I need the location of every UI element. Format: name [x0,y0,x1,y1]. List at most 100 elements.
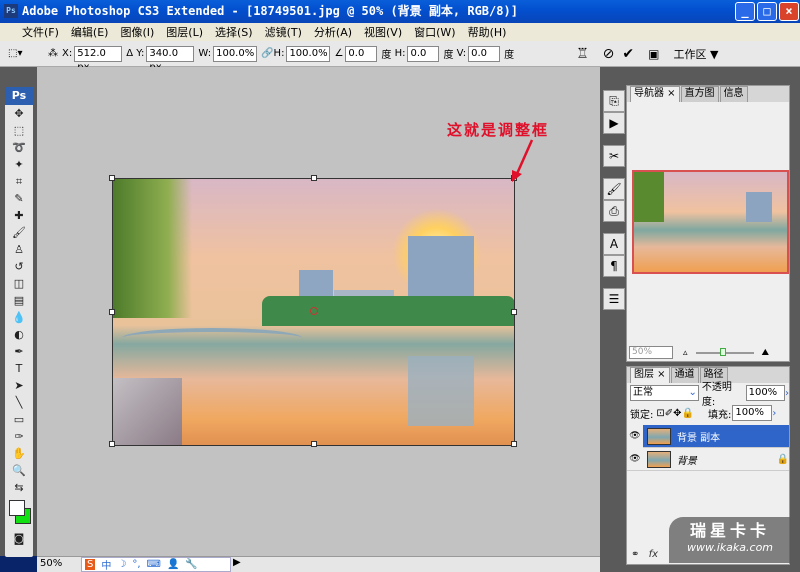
delta-icon[interactable]: Δ [126,48,136,59]
handle-bottom[interactable] [311,441,317,447]
visibility-eye-icon[interactable]: 👁 [627,454,643,464]
menu-file[interactable]: 文件(F) [22,24,59,40]
reference-point-icon[interactable]: ⁂ [48,48,58,59]
bridge-icon[interactable]: ▣ [648,47,659,61]
eraser-icon[interactable]: ◫ [5,275,33,292]
marquee-tool-icon[interactable]: ⬚ [5,122,33,139]
workspace-menu[interactable]: 工作区 ▼ [673,46,718,62]
ime-user-icon[interactable]: 👤 [167,559,179,570]
ime-settings-icon[interactable]: 🔧 [185,559,197,570]
tab-info[interactable]: 信息 [719,86,748,102]
menu-help[interactable]: 帮助(H) [468,24,507,40]
status-arrow-icon[interactable]: ▶ [233,557,241,568]
layer-name[interactable]: 背景 [677,452,777,467]
history-panel-icon[interactable]: ⎘ [603,90,625,112]
warp-icon[interactable]: ♖ [576,46,589,62]
crop-tool-icon[interactable]: ⌗ [5,173,33,190]
sogou-icon[interactable]: S [85,559,96,570]
path-select-icon[interactable]: ➤ [5,377,33,394]
minimize-button[interactable]: _ [735,2,755,21]
ime-chinese-icon[interactable]: 中 [101,557,111,572]
transform-bounding-box[interactable] [109,175,517,447]
lasso-tool-icon[interactable]: ➰ [5,139,33,156]
clone-source-icon[interactable]: ⎙ [603,200,625,222]
ime-moon-icon[interactable]: ☽ [117,559,126,570]
ime-punct-icon[interactable]: °, [132,559,140,570]
tool-preset-icon[interactable]: ⬚▾ [8,48,48,59]
height-input[interactable]: 100.0% [286,45,331,62]
fill-arrow-icon[interactable]: › [772,408,776,419]
maximize-button[interactable]: □ [757,2,777,21]
tab-navigator[interactable]: 导航器 × [630,86,680,102]
reference-point[interactable] [310,307,318,315]
quick-mask-icon[interactable]: ◙ [5,530,33,547]
notes-tool-icon[interactable]: ▭ [5,411,33,428]
zoom-slider-thumb[interactable] [719,347,726,356]
menu-select[interactable]: 选择(S) [215,24,253,40]
clone-stamp-icon[interactable]: ♙ [5,241,33,258]
lock-all-icon[interactable]: 🔒 [682,408,694,419]
link-layers-icon[interactable]: ⚭ [631,549,639,560]
healing-brush-icon[interactable]: ✚ [5,207,33,224]
eyedropper-icon[interactable]: ✑ [5,428,33,445]
cancel-transform-icon[interactable]: ⊘ [603,46,615,62]
character-panel-icon[interactable]: A [603,233,625,255]
color-swatches[interactable] [5,496,33,530]
brush-tool-icon[interactable]: 🖌 [5,224,33,241]
layer-row[interactable]: 👁 背景 🔒 [627,448,789,471]
default-colors-icon[interactable]: ⇆ [5,479,33,496]
slice-tool-icon[interactable]: ✎ [5,190,33,207]
tool-presets-icon[interactable]: ✂ [603,145,625,167]
handle-left[interactable] [109,309,115,315]
layer-comps-icon[interactable]: ☰ [603,288,625,310]
menu-filter[interactable]: 滤镜(T) [265,24,302,40]
dodge-tool-icon[interactable]: ◐ [5,326,33,343]
menu-image[interactable]: 图像(I) [120,24,154,40]
close-button[interactable]: × [779,2,799,21]
menu-window[interactable]: 窗口(W) [414,24,455,40]
tab-histogram[interactable]: 直方图 [680,86,719,102]
lock-position-icon[interactable]: ✥ [673,408,681,419]
navigator-zoom-input[interactable]: 50% [629,346,673,359]
opacity-arrow-icon[interactable]: › [785,388,789,399]
lock-pixels-icon[interactable]: ✐ [665,408,673,419]
actions-panel-icon[interactable]: ▶ [603,112,625,134]
x-input[interactable]: 512.0 px [74,45,123,73]
menu-edit[interactable]: 编辑(E) [71,24,109,40]
handle-right[interactable] [511,309,517,315]
gradient-tool-icon[interactable]: ▤ [5,292,33,309]
navigator-preview[interactable] [632,170,789,274]
menu-analysis[interactable]: 分析(A) [314,24,352,40]
layer-name[interactable]: 背景 副本 [677,429,720,444]
width-input[interactable]: 100.0% [213,45,258,62]
handle-top-left[interactable] [109,175,115,181]
zoom-out-icon[interactable]: ▵ [683,348,688,358]
zoom-tool-icon[interactable]: 🔍 [5,462,33,479]
commit-transform-icon[interactable]: ✔ [622,46,634,62]
pen-tool-icon[interactable]: ✒ [5,343,33,360]
line-tool-icon[interactable]: ╲ [5,394,33,411]
visibility-eye-icon[interactable]: 👁 [627,424,643,448]
menu-layer[interactable]: 图层(L) [166,24,203,40]
link-icon[interactable]: 🔗 [261,48,273,59]
brushes-panel-icon[interactable]: 🖌 [603,178,625,200]
opacity-input[interactable]: 100% [745,385,785,401]
move-tool-icon[interactable]: ✥ [5,105,33,122]
rotate-input[interactable]: 0.0 [345,45,378,62]
handle-bottom-left[interactable] [109,441,115,447]
blur-tool-icon[interactable]: 💧 [5,309,33,326]
paragraph-panel-icon[interactable]: ¶ [603,255,625,277]
zoom-in-icon[interactable]: ⛰ [762,348,770,358]
history-brush-icon[interactable]: ↺ [5,258,33,275]
type-tool-icon[interactable]: T [5,360,33,377]
vskew-input[interactable]: 0.0 [468,45,501,62]
handle-bottom-right[interactable] [511,441,517,447]
layer-row-selected[interactable]: 👁 背景 副本 [627,424,789,448]
zoom-level[interactable]: 50% [40,558,62,569]
foreground-color[interactable] [9,500,25,516]
tab-layers[interactable]: 图层 × [630,367,670,383]
lock-transparency-icon[interactable]: ⊡ [656,408,664,419]
zoom-slider[interactable] [695,347,754,356]
handle-top[interactable] [311,175,317,181]
hskew-input[interactable]: 0.0 [407,45,440,62]
